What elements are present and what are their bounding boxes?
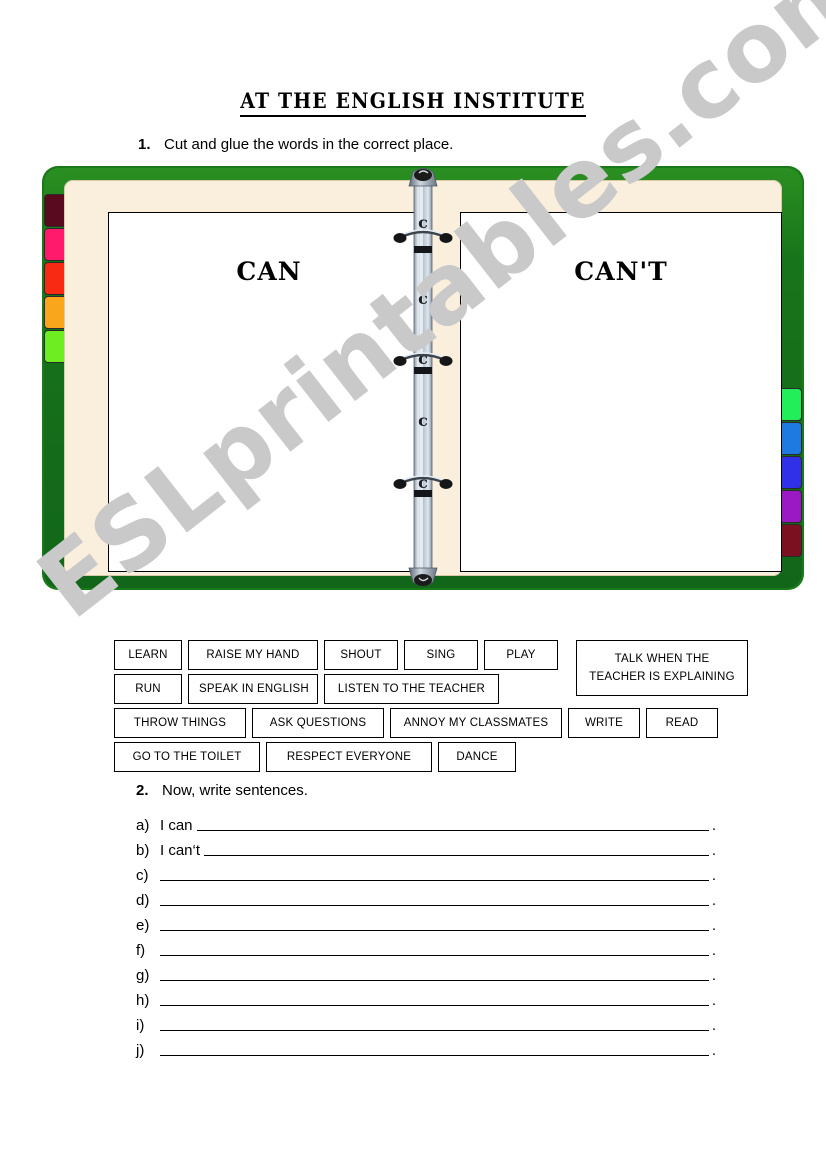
word-card[interactable]: SHOUT: [324, 640, 398, 670]
answer-line-period: .: [711, 967, 716, 984]
svg-text:c: c: [418, 349, 428, 368]
page-title: AT THE ENGLISH INSTITUTE: [0, 88, 826, 117]
tab-dark-maroon: [44, 194, 66, 227]
answer-line-prefix: I can: [160, 817, 193, 834]
tab-blue: [780, 456, 802, 489]
answer-write-field[interactable]: [204, 841, 709, 856]
word-card[interactable]: SPEAK IN ENGLISH: [188, 674, 318, 704]
answer-line-period: .: [711, 917, 716, 934]
word-card[interactable]: RUN: [114, 674, 182, 704]
tab-pink: [44, 228, 66, 261]
task-2-text: Now, write sentences.: [162, 782, 308, 799]
task-1-instruction: 1. Cut and glue the words in the correct …: [138, 136, 453, 153]
word-card-row: RUN SPEAK IN ENGLISH LISTEN TO THE TEACHER: [114, 674, 754, 704]
ring-binder-mechanism: c c c c c: [393, 168, 453, 586]
answer-line: a) I can.: [136, 809, 716, 834]
answer-write-field[interactable]: [160, 1016, 709, 1031]
answer-line-label: g): [136, 967, 150, 984]
tab-purple: [780, 490, 802, 523]
tab-red: [44, 262, 66, 295]
word-card[interactable]: ANNOY MY CLASSMATES: [390, 708, 562, 738]
task-2-instruction: 2. Now, write sentences.: [136, 782, 716, 799]
answer-line: c).: [136, 859, 716, 884]
answer-write-field[interactable]: [160, 941, 709, 956]
answer-line-label: f): [136, 942, 146, 959]
answer-line: j).: [136, 1034, 716, 1059]
answer-line-period: .: [711, 992, 716, 1009]
cant-heading: CAN'T: [574, 257, 668, 286]
answer-line: g).: [136, 959, 716, 984]
answer-line-period: .: [711, 1042, 716, 1059]
tab-green: [44, 330, 66, 363]
word-card[interactable]: SING: [404, 640, 478, 670]
task-2-number: 2.: [136, 782, 149, 799]
answer-line-period: .: [711, 867, 716, 884]
word-card[interactable]: PLAY: [484, 640, 558, 670]
answer-write-field[interactable]: [160, 891, 709, 906]
word-card-row: LEARN RAISE MY HAND SHOUT SING PLAY TALK WHEN…: [114, 640, 754, 696]
page-title-text: AT THE ENGLISH INSTITUTE: [240, 88, 586, 117]
answer-line-prefix: I can‘t: [160, 842, 201, 859]
word-card-line-1: TALK WHEN THE: [614, 653, 710, 665]
answer-write-field[interactable]: [160, 916, 709, 931]
answer-line: e).: [136, 909, 716, 934]
answer-line-period: .: [711, 842, 716, 859]
word-card[interactable]: LISTEN TO THE TEACHER: [324, 674, 499, 704]
answer-line-list: a) I can. b) I can‘t. c). d). e). f). g). h). i). j…: [136, 809, 716, 1059]
answer-line-label: a): [136, 817, 150, 834]
answer-write-field[interactable]: [160, 966, 709, 981]
word-card[interactable]: GO TO THE TOILET: [114, 742, 260, 772]
word-card-row: GO TO THE TOILET RESPECT EVERYONE DANCE: [114, 742, 754, 772]
answer-line: f).: [136, 934, 716, 959]
answer-line-period: .: [711, 817, 716, 834]
answer-write-field[interactable]: [160, 1041, 709, 1056]
can-heading: CAN: [236, 257, 302, 286]
answer-line-label: j): [136, 1042, 145, 1059]
answer-line-period: .: [711, 1017, 716, 1034]
answer-line-label: c): [136, 867, 149, 884]
svg-text:c: c: [418, 289, 428, 308]
answer-write-field[interactable]: [160, 991, 709, 1006]
word-card[interactable]: THROW THINGS: [114, 708, 246, 738]
word-card[interactable]: DANCE: [438, 742, 516, 772]
word-card[interactable]: LEARN: [114, 640, 182, 670]
tab-dark-red: [780, 524, 802, 557]
cant-page: CAN'T: [460, 212, 782, 572]
answer-line-label: e): [136, 917, 150, 934]
tab-light-blue: [780, 422, 802, 455]
task-2-section: 2. Now, write sentences. a) I can. b) I can‘…: [136, 782, 716, 1059]
binder-illustration: CAN CAN'T c c c c c: [42, 166, 804, 590]
word-card-set: LEARN RAISE MY HAND SHOUT SING PLAY TALK WHEN…: [114, 640, 754, 776]
answer-write-field[interactable]: [196, 816, 709, 831]
answer-line: b) I can‘t.: [136, 834, 716, 859]
svg-text:c: c: [418, 411, 428, 430]
answer-line-period: .: [711, 892, 716, 909]
tab-orange: [44, 296, 66, 329]
answer-line-period: .: [711, 942, 716, 959]
answer-line-label: b): [136, 842, 150, 859]
word-card[interactable]: RESPECT EVERYONE: [266, 742, 432, 772]
svg-text:c: c: [418, 213, 428, 232]
word-card[interactable]: RAISE MY HAND: [188, 640, 318, 670]
answer-line-label: h): [136, 992, 150, 1009]
word-card[interactable]: READ: [646, 708, 718, 738]
answer-line: h).: [136, 984, 716, 1009]
task-1-number: 1.: [138, 136, 151, 153]
answer-line: i).: [136, 1009, 716, 1034]
answer-line-label: d): [136, 892, 150, 909]
answer-write-field[interactable]: [160, 866, 709, 881]
answer-line-label: i): [136, 1017, 145, 1034]
word-card[interactable]: ASK QUESTIONS: [252, 708, 384, 738]
answer-line: d).: [136, 884, 716, 909]
tab-bright-green: [780, 388, 802, 421]
task-1-text: Cut and glue the words in the correct pl…: [164, 136, 454, 153]
can-page: CAN: [108, 212, 430, 572]
word-card[interactable]: WRITE: [568, 708, 640, 738]
word-card-row: THROW THINGS ASK QUESTIONS ANNOY MY CLASSM…: [114, 708, 754, 738]
